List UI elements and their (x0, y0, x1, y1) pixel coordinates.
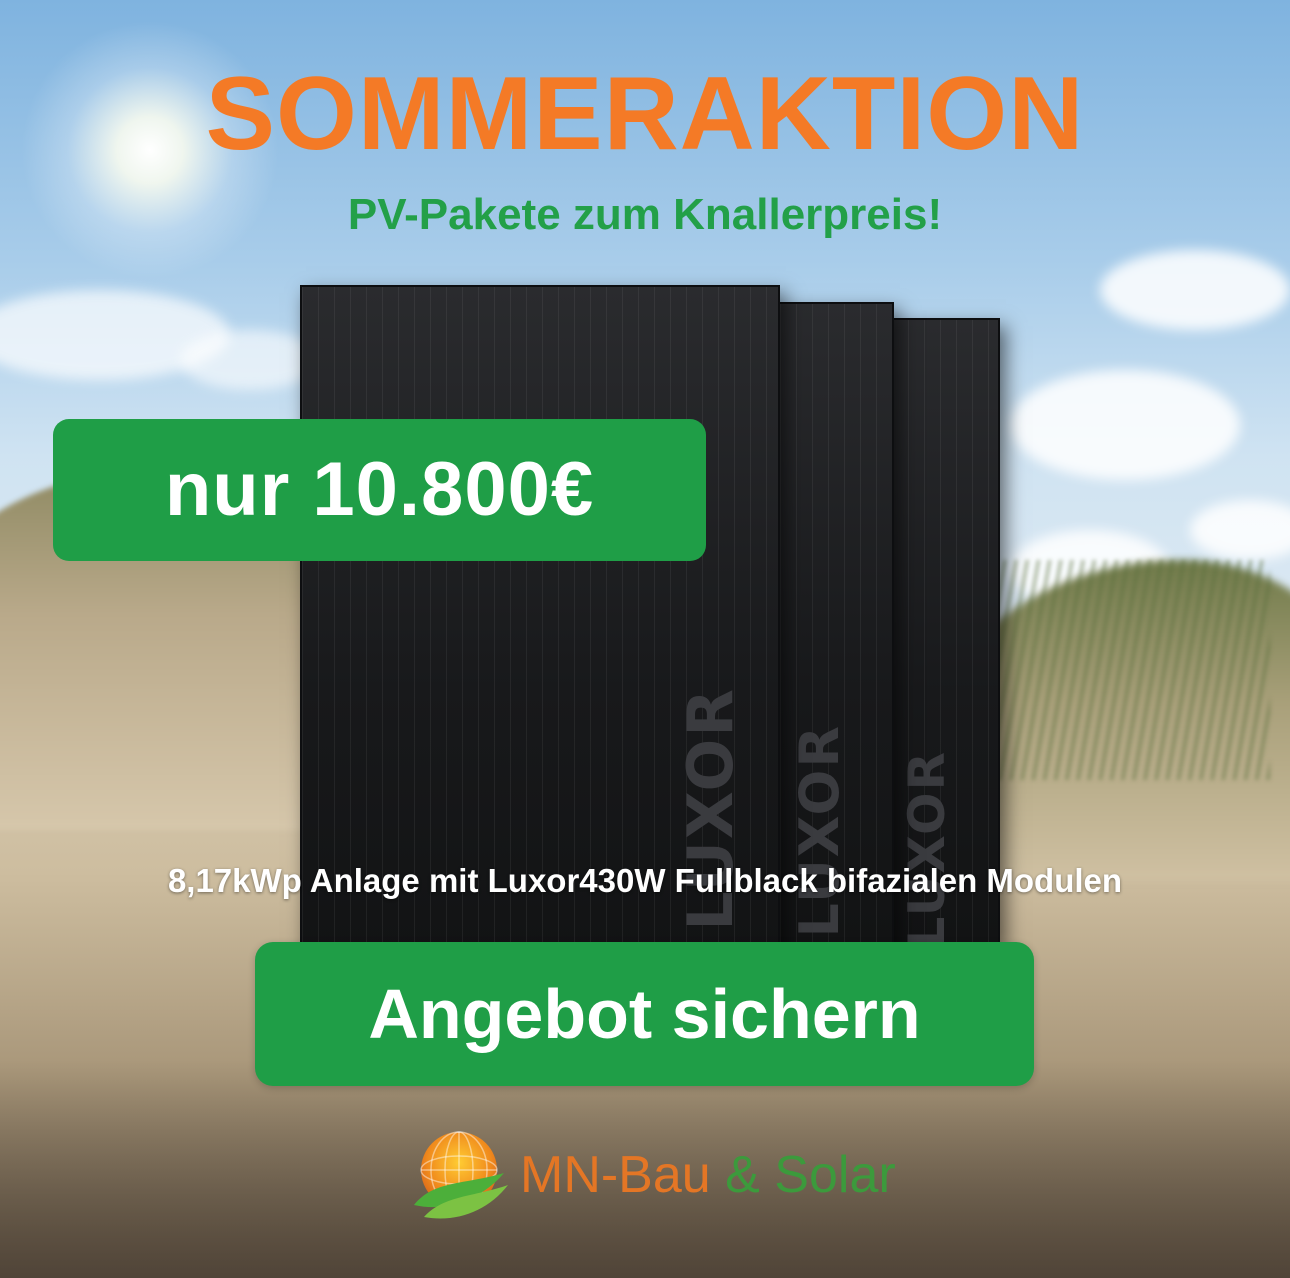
logo-text: MN-Bau & Solar (520, 1149, 896, 1201)
subheadline: PV-Pakete zum Knallerpreis! (347, 190, 943, 239)
solar-panel-middle: LUXOR (778, 302, 894, 946)
headline: SOMMERAKTION (205, 56, 1085, 172)
logo-text-part2: & Solar (725, 1146, 896, 1204)
solar-panel-front: LUXOR (300, 285, 780, 959)
panel-brand-label: LUXOR (788, 724, 851, 938)
panel-brand-label: LUXOR (898, 750, 956, 949)
cta-label: Angebot sichern (368, 975, 921, 1053)
offer-cta-button[interactable]: Angebot sichern (255, 942, 1034, 1086)
offer-description: 8,17kWp Anlage mit Luxor430W Fullblack b… (167, 862, 1123, 899)
price-text: nur 10.800€ (164, 447, 595, 532)
logo-text-part1: MN-Bau (520, 1146, 711, 1204)
company-logo: MN-Bau & Solar (404, 1125, 904, 1225)
cloud (180, 330, 320, 390)
solar-panel-back: LUXOR (890, 318, 1000, 948)
beach-grass (970, 560, 1270, 780)
cloud (1100, 250, 1290, 330)
cloud (1010, 370, 1240, 480)
price-badge: nur 10.800€ (53, 419, 706, 561)
globe-sun-leaf-icon (414, 1131, 508, 1219)
